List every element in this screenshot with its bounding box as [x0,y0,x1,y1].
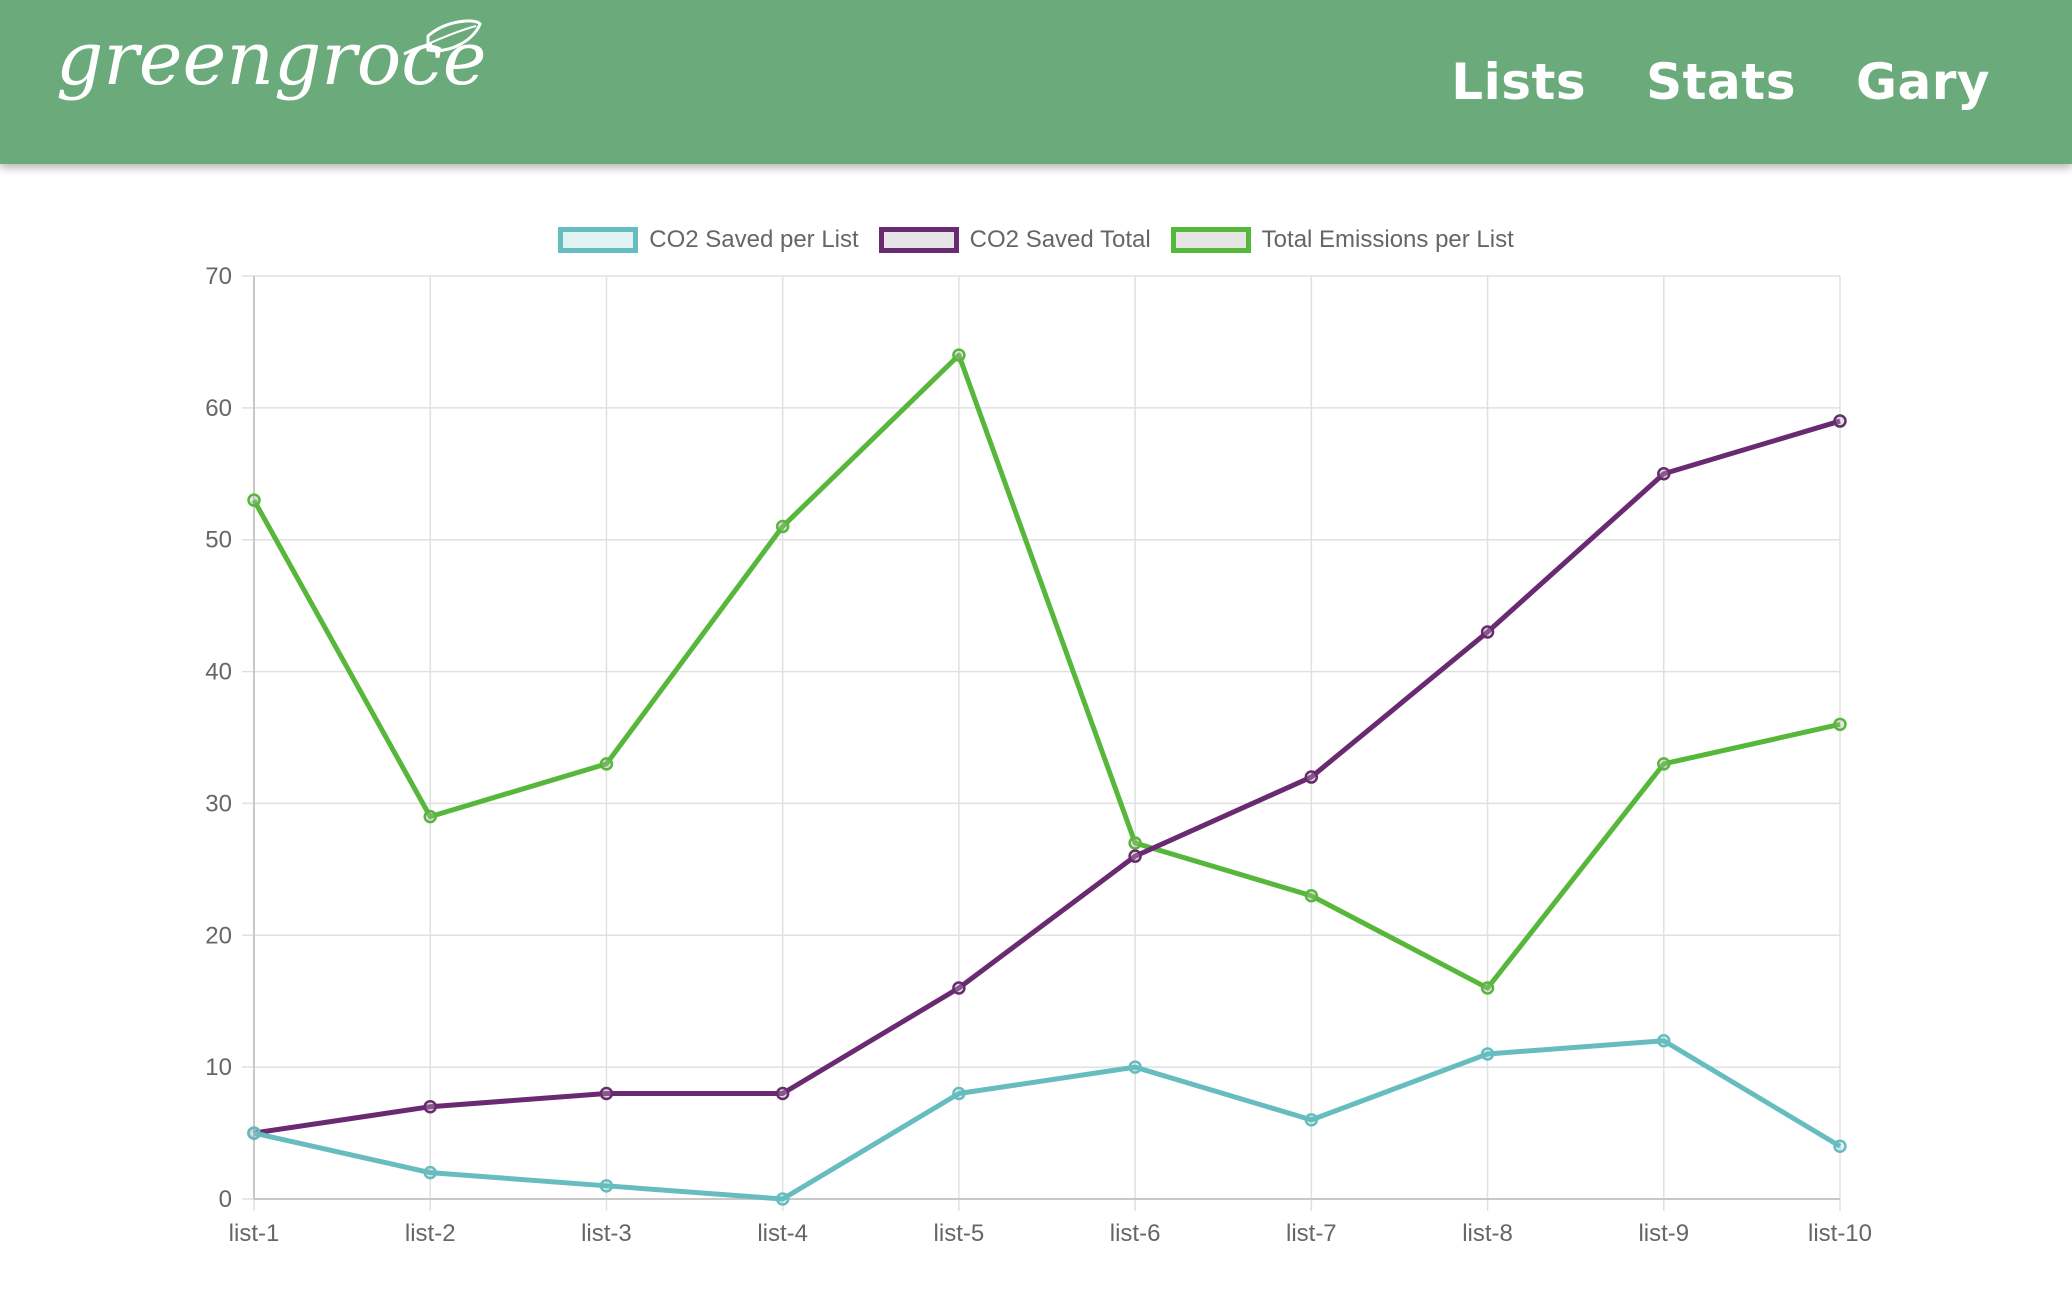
data-point [1657,757,1671,771]
data-point [1480,981,1495,995]
x-tick-label: list-1 [229,1220,280,1247]
data-point [775,1086,790,1101]
y-tick-label: 70 [205,263,232,290]
data-point [599,757,614,771]
x-tick-label: list-7 [1286,1220,1337,1247]
series-line-co2-saved-total [253,418,1841,1136]
x-tick-label: list-4 [757,1220,808,1247]
data-point [952,348,966,362]
data-point [1480,625,1495,639]
data-point [952,1086,966,1101]
data-point [1304,770,1319,784]
chart-plot-area[interactable]: 0 10 20 30 40 50 60 70 list-1 list-2 list-3 list-4 l… [0,164,2072,1316]
y-tick-label: 60 [205,395,232,422]
nav-user-link[interactable]: Gary [1856,53,1990,111]
x-tick-label: list-10 [1808,1220,1872,1247]
y-tick-label: 20 [205,922,232,949]
nav-links: Lists Stats Gary [1451,0,1990,164]
data-point [423,1165,437,1180]
top-navbar: greengrocer Lists Stats Gary [0,0,2072,164]
data-point [1833,414,1847,428]
x-tick-label: list-5 [934,1220,985,1247]
data-point [423,809,437,824]
data-point [1128,1060,1142,1074]
logo-graphic: greengrocer [56,16,486,102]
data-point [599,1179,614,1193]
nav-stats-link[interactable]: Stats [1646,53,1796,111]
data-point [1128,849,1142,863]
data-point [1480,1047,1495,1061]
x-tick-label: list-9 [1638,1220,1689,1247]
data-point [1833,1139,1847,1154]
x-tick-label: list-8 [1462,1220,1513,1247]
x-tick-label: list-3 [581,1220,632,1247]
stats-chart: CO2 Saved per List CO2 Saved Total Total… [0,164,2072,1316]
x-tick-label: list-6 [1110,1220,1161,1247]
data-point [1657,1034,1671,1048]
x-tick-label: list-2 [405,1220,456,1247]
data-point [1304,1113,1319,1127]
data-point [1304,888,1319,903]
logo-wordmark: greengrocer [56,16,486,102]
nav-lists-link[interactable]: Lists [1451,53,1586,111]
data-point [247,1126,261,1140]
y-tick-label: 30 [205,790,232,817]
series-line-co2-saved-per-list [253,1038,1842,1202]
y-tick-label: 10 [205,1054,232,1081]
data-point [247,493,261,507]
data-point [1128,836,1142,850]
data-point [775,519,790,534]
data-point [952,981,966,995]
data-point [1833,717,1847,732]
data-point [423,1099,437,1114]
data-point [1657,467,1671,481]
data-point [599,1086,614,1101]
y-tick-label: 0 [219,1186,232,1213]
y-tick-label: 40 [205,659,232,686]
data-point [775,1192,790,1206]
greengrocer-logo[interactable]: greengrocer [56,14,486,154]
y-tick-label: 50 [205,527,232,554]
